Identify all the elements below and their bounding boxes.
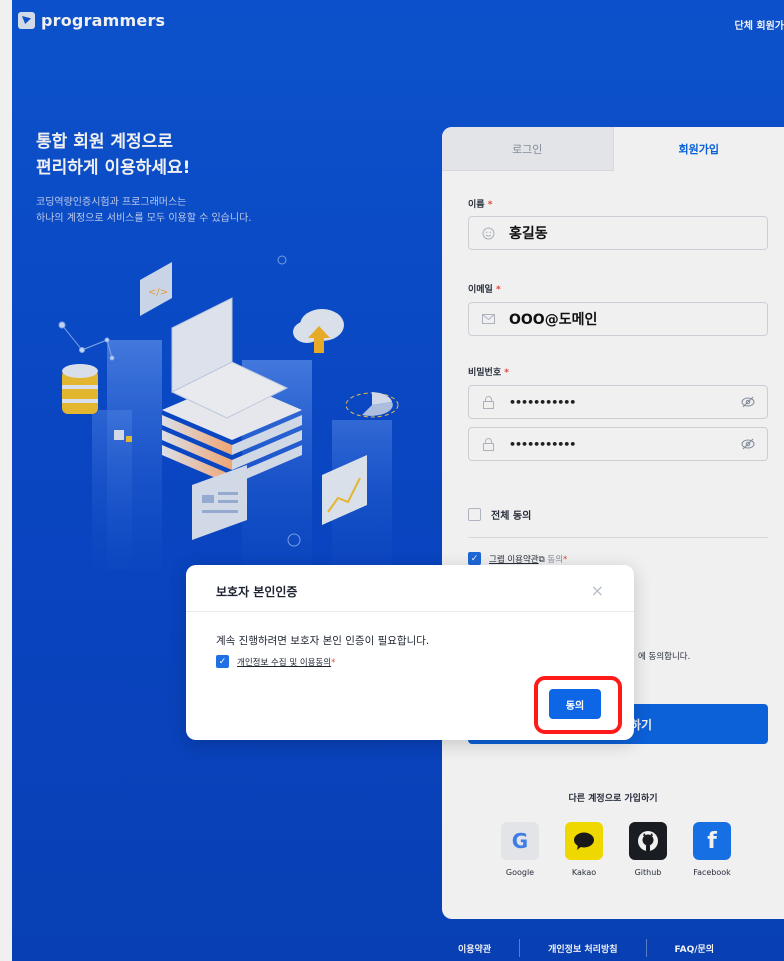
modal-message: 계속 진행하려면 보호자 본인 인증이 필요합니다.	[216, 635, 430, 647]
modal-divider	[186, 611, 634, 612]
highlight-box	[534, 676, 622, 734]
privacy-consent-checkbox[interactable]: ✓	[216, 655, 229, 668]
modal-backdrop	[0, 0, 784, 961]
modal-title: 보호자 본인인증	[216, 585, 298, 599]
privacy-consent-row[interactable]: ✓ 개인정보 수집 및 이용동의*	[216, 655, 335, 668]
privacy-consent-link[interactable]: 개인정보 수집 및 이용동의	[237, 658, 331, 668]
close-icon[interactable]: ×	[591, 581, 604, 600]
